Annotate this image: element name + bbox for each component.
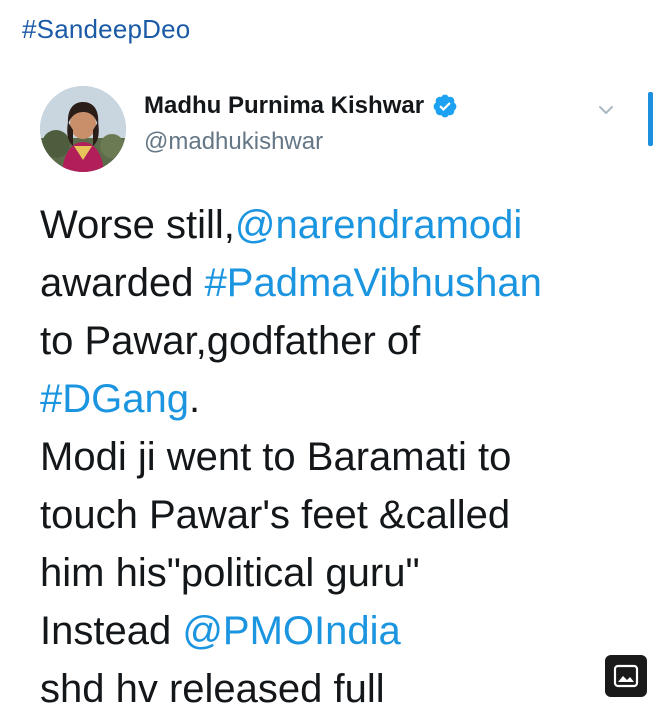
text-span: touch Pawar's feet &called (40, 493, 511, 537)
display-name-row: Madhu Purnima Kishwar (144, 92, 458, 120)
tweet-header: Madhu Purnima Kishwar @madhukishwar (40, 86, 640, 176)
tweet-text: Worse still,@narendramodi awarded #Padma… (40, 196, 640, 718)
mention-link[interactable]: @narendramodi (235, 203, 522, 247)
image-icon (613, 664, 639, 688)
tweet-line: to Pawar,godfather of (40, 312, 640, 370)
text-span: Instead (40, 609, 183, 653)
tweet-line: awarded #PadmaVibhushan (40, 254, 640, 312)
tweet-line: Instead @PMOIndia (40, 602, 640, 660)
verified-badge-icon (432, 93, 458, 119)
tweet-line: shd hv released full (40, 660, 640, 718)
text-span: to Pawar,godfather of (40, 319, 421, 363)
tweet-line: Worse still,@narendramodi (40, 196, 640, 254)
text-span: him his"political guru" (40, 551, 420, 595)
tweet-line: touch Pawar's feet &called (40, 486, 640, 544)
avatar[interactable] (40, 86, 126, 172)
tweet-screenshot: #SandeepDeo Madhu Purnima Kishwar @madhu… (0, 0, 661, 720)
hashtag-link[interactable]: #PadmaVibhushan (205, 261, 542, 305)
display-name[interactable]: Madhu Purnima Kishwar (144, 92, 424, 120)
tweet-line: him his"political guru" (40, 544, 640, 602)
handle[interactable]: @madhukishwar (144, 128, 458, 156)
text-span: . (188, 377, 201, 421)
text-span: Worse still, (40, 203, 235, 247)
text-span: awarded (40, 261, 205, 305)
avatar-photo (40, 86, 126, 172)
tweet-line: #DGang. (40, 370, 640, 428)
tweet-line: Modi ji went to Baramati to (40, 428, 640, 486)
chevron-down-icon[interactable] (596, 100, 616, 120)
hashtag-link[interactable]: #DGang (40, 377, 189, 421)
mention-link[interactable]: @PMOIndia (182, 609, 400, 653)
scroll-indicator[interactable] (648, 92, 653, 146)
text-span: shd hv released full (40, 667, 385, 711)
user-block: Madhu Purnima Kishwar @madhukishwar (144, 92, 458, 156)
image-icon-button[interactable] (605, 655, 647, 697)
text-span: Modi ji went to Baramati to (40, 435, 512, 479)
hashtag-header[interactable]: #SandeepDeo (22, 14, 190, 45)
